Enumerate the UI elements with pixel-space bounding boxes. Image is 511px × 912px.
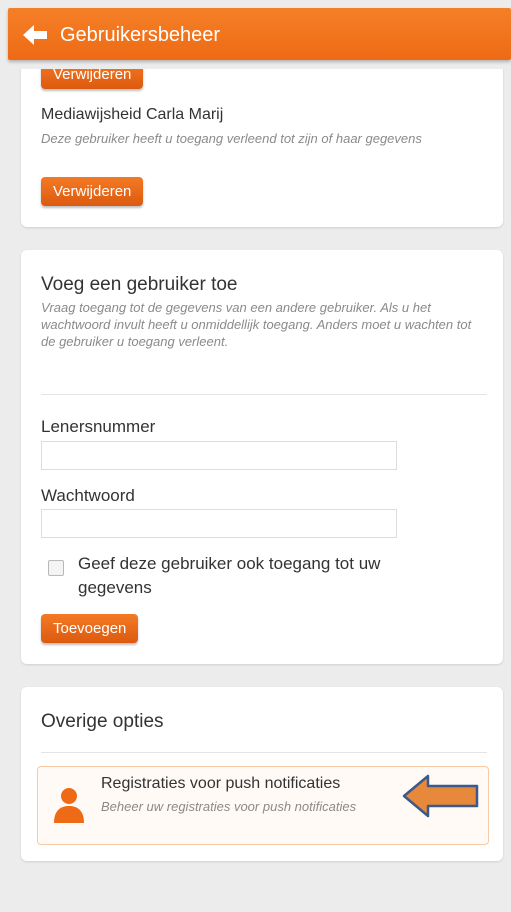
push-notifications-title: Registraties voor push notificaties (101, 775, 341, 792)
share-access-checkbox[interactable] (48, 560, 64, 576)
arrow-left-annotation-icon (402, 774, 479, 818)
share-access-label: Geef deze gebruiker ook toegang tot uw g… (78, 554, 381, 597)
page-title: Gebruikersbeheer (60, 24, 221, 46)
app-header: Gebruikersbeheer (0, 0, 511, 69)
remove-user-button[interactable]: Verwijderen (41, 177, 144, 206)
user-description: Deze gebruiker heeft u toegang verleend … (41, 131, 422, 146)
add-user-button[interactable]: Toevoegen (41, 614, 139, 643)
add-user-description: Vraag toegang tot de gegevens van een an… (41, 300, 472, 349)
divider (41, 394, 487, 395)
add-user-card: Voeg een gebruiker toe Vraag toegang tot… (21, 250, 503, 664)
lenersnummer-label: Lenersnummer (41, 417, 156, 436)
push-notifications-subtitle: Beheer uw registraties voor push notific… (101, 799, 357, 814)
wachtwoord-label: Wachtwoord (41, 486, 135, 505)
header-bar: Gebruikersbeheer (8, 8, 511, 60)
lenersnummer-input[interactable] (41, 441, 397, 470)
add-user-heading: Voeg een gebruiker toe (41, 274, 238, 295)
user-name: Mediawijsheid Carla Marij (41, 106, 224, 123)
arrow-left-icon[interactable] (22, 24, 48, 46)
divider (41, 752, 487, 753)
other-options-heading: Overige opties (41, 711, 164, 732)
person-icon (54, 788, 84, 823)
wachtwoord-input[interactable] (41, 509, 397, 538)
